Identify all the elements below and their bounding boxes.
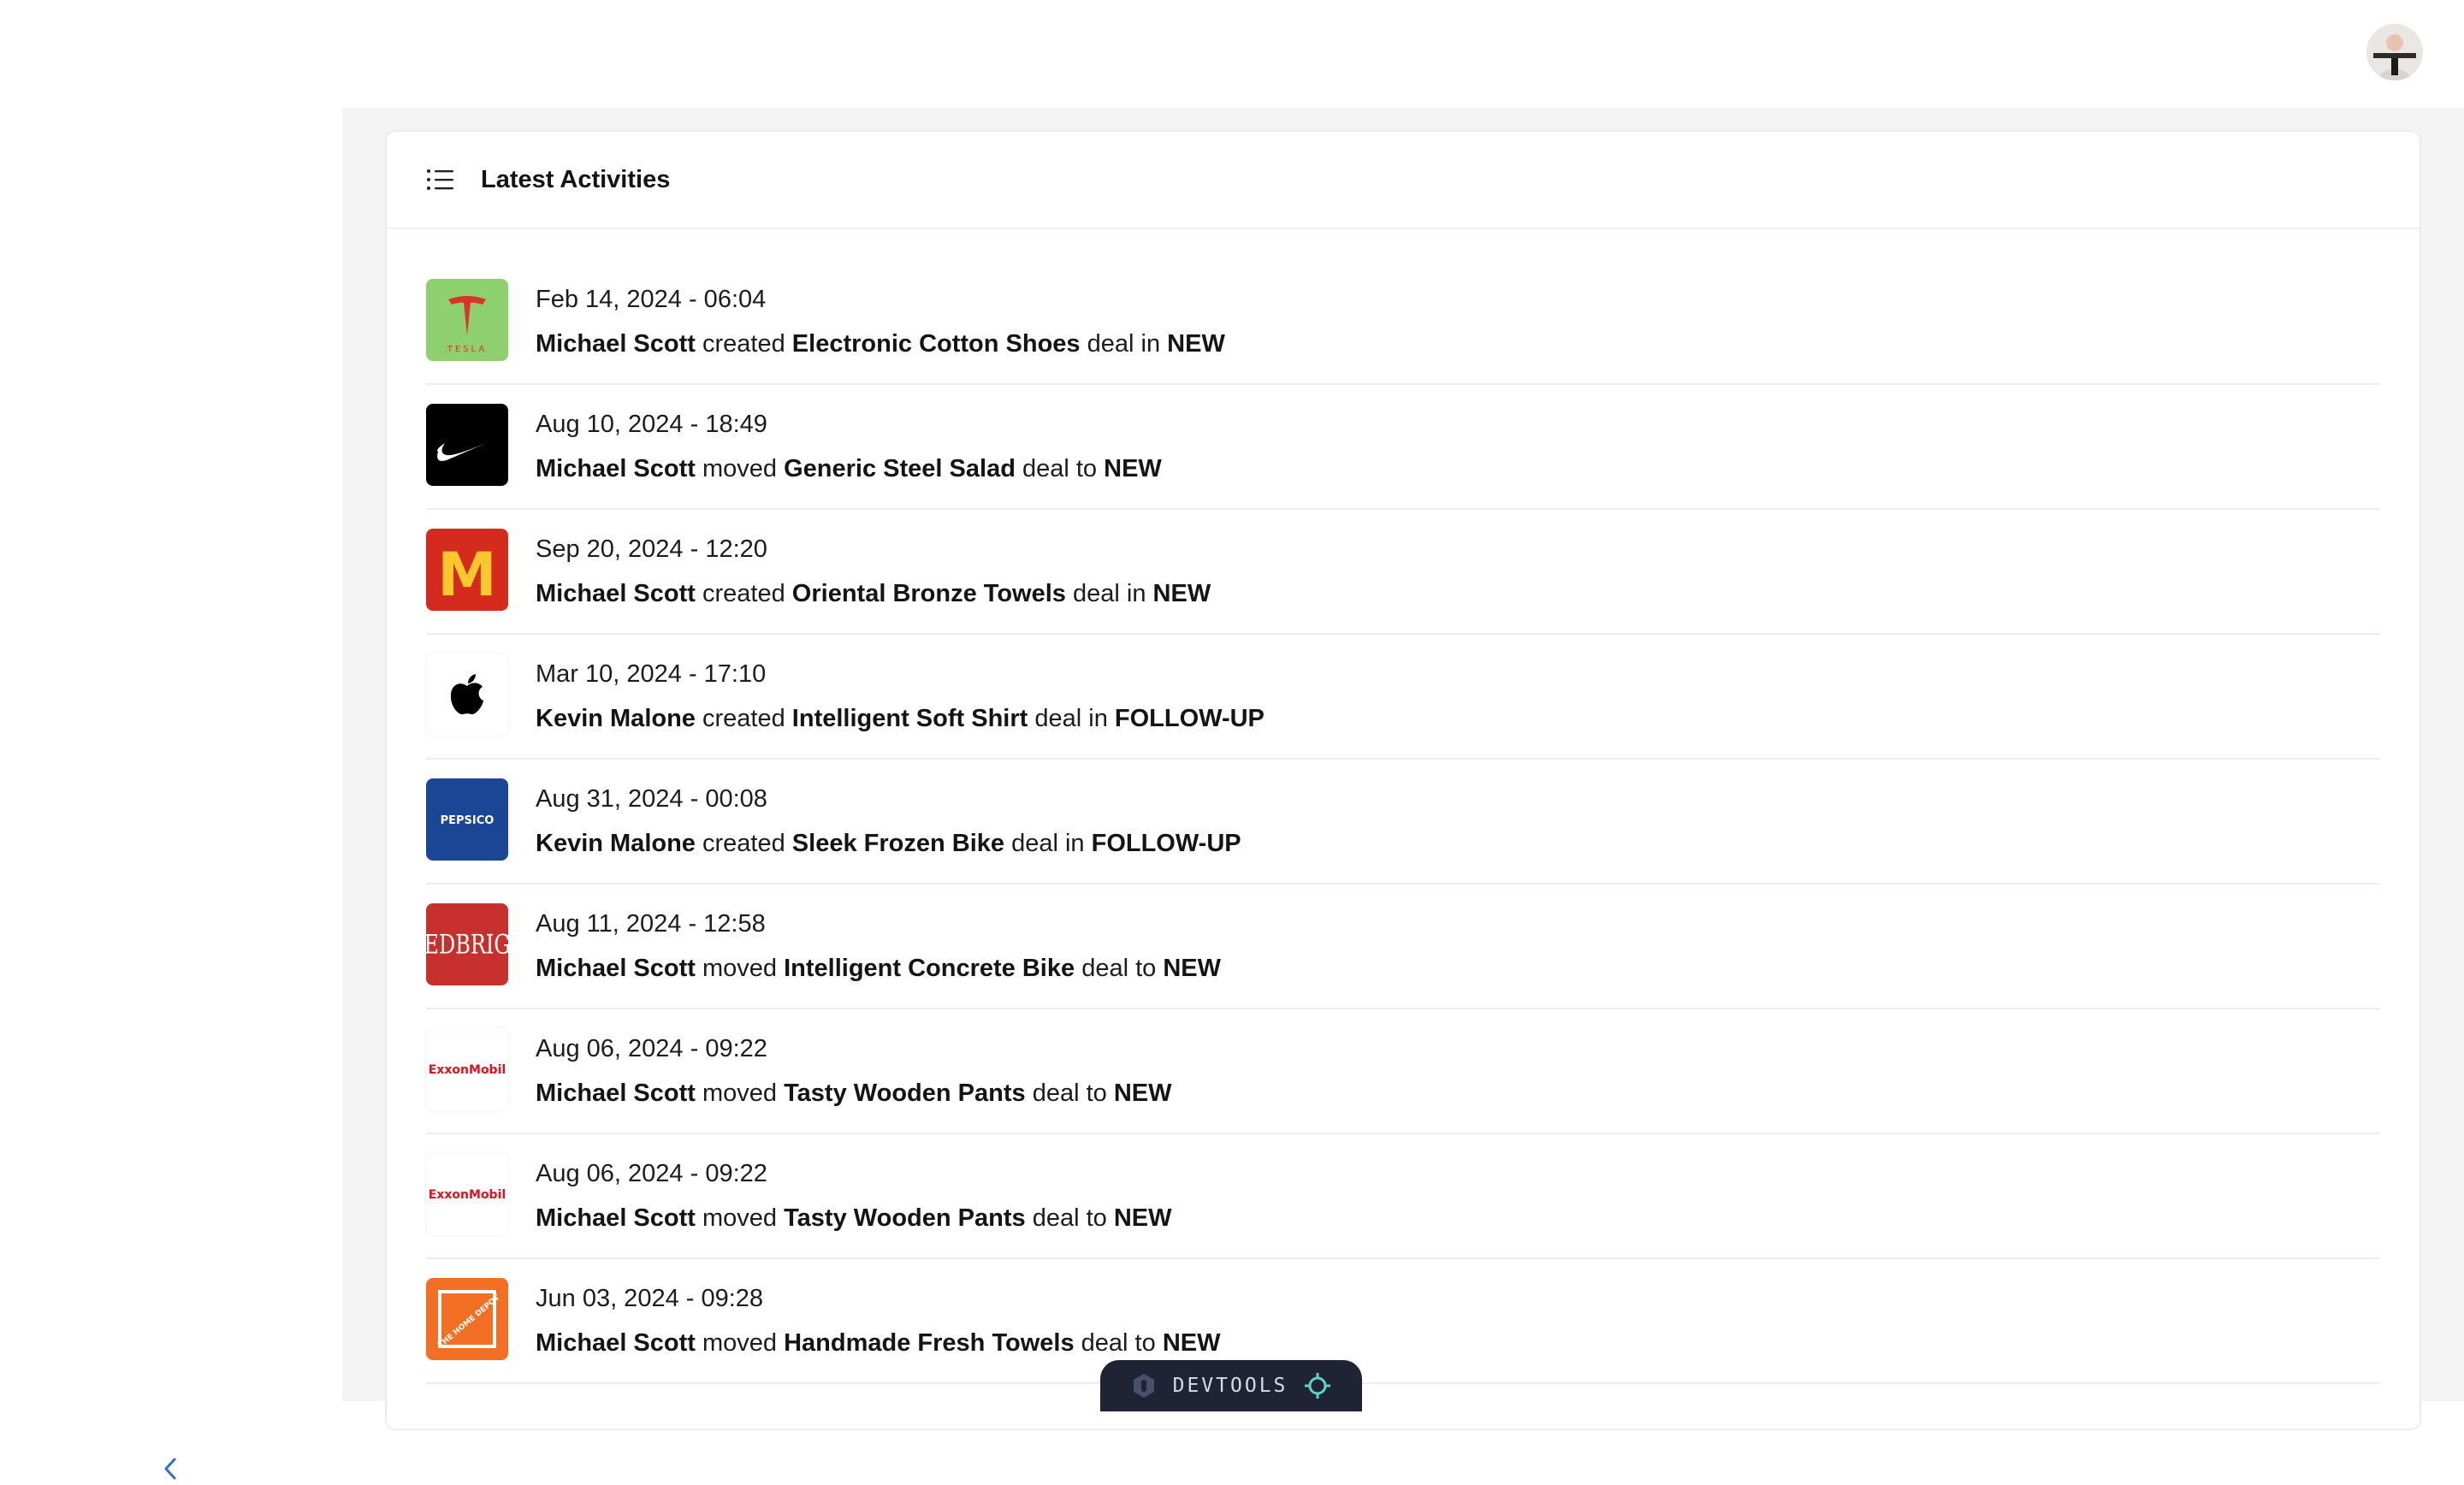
main-content: Latest Activities TESLA Feb 14, 2024 - 0… [342, 108, 2464, 1430]
activity-item: M Sep 20, 2024 - 12:20 Michael Scott cre… [426, 510, 2380, 635]
activity-date: Jun 03, 2024 - 09:28 [536, 1285, 764, 1312]
pepsico-logo: PEPSICO [426, 778, 508, 861]
exxonmobil-logo: ExxonMobil [426, 1028, 508, 1110]
activity-description: Michael Scott moved Tasty Wooden Pants d… [536, 1204, 1172, 1232]
activity-stage: NEW [1162, 1329, 1221, 1357]
activity-deal[interactable]: Handmade Fresh Towels [784, 1329, 1075, 1357]
activity-stage: FOLLOW-UP [1114, 705, 1265, 732]
activity-item: ExxonMobil Aug 06, 2024 - 09:22 Michael … [426, 1134, 2380, 1259]
exxonmobil-logo: ExxonMobil [426, 1153, 508, 1235]
activity-user[interactable]: Michael Scott [536, 1080, 696, 1107]
card-title: Latest Activities [481, 165, 671, 193]
logo-text: PEPSICO [441, 814, 495, 827]
edbrig-logo: EDBRIG [426, 903, 508, 985]
activity-deal[interactable]: Intelligent Concrete Bike [784, 955, 1075, 982]
activity-stage: NEW [1113, 1080, 1172, 1107]
activity-stage: NEW [1104, 455, 1162, 482]
chevron-left-icon [164, 1458, 176, 1480]
logo-text: ExxonMobil [429, 1188, 506, 1202]
logo-text: THE HOME DEPOT [437, 1293, 502, 1350]
user-avatar[interactable] [2366, 24, 2423, 80]
activity-stage: FOLLOW-UP [1091, 830, 1241, 857]
logo-text: TESLA [447, 345, 487, 354]
activity-user[interactable]: Kevin Malone [536, 705, 696, 732]
activity-user[interactable]: Michael Scott [536, 580, 696, 607]
activity-date: Aug 06, 2024 - 09:22 [536, 1160, 767, 1187]
activity-stage: NEW [1113, 1204, 1172, 1232]
activity-item: TESLA Feb 14, 2024 - 06:04 Michael Scott… [426, 260, 2380, 385]
logo-text: M [437, 540, 497, 610]
card-header: Latest Activities [387, 132, 2420, 229]
tesla-logo: TESLA [426, 279, 508, 361]
activity-user[interactable]: Michael Scott [536, 955, 696, 982]
activity-user[interactable]: Michael Scott [536, 455, 696, 482]
devtools-toggle-button[interactable]: DEVTOOLS [1100, 1360, 1362, 1411]
activity-date: Feb 14, 2024 - 06:04 [536, 286, 767, 313]
activity-item: EDBRIG Aug 11, 2024 - 12:58 Michael Scot… [426, 884, 2380, 1009]
devtools-label: DEVTOOLS [1172, 1375, 1288, 1397]
sidebar [0, 108, 342, 1480]
activity-item: Aug 10, 2024 - 18:49 Michael Scott moved… [426, 385, 2380, 510]
activity-stage: NEW [1167, 330, 1225, 358]
nike-logo [426, 404, 508, 486]
activity-deal[interactable]: Tasty Wooden Pants [784, 1080, 1026, 1107]
home-depot-logo: THE HOME DEPOT [426, 1278, 508, 1360]
activity-deal[interactable]: Generic Steel Salad [784, 455, 1016, 482]
refine-icon [1133, 1374, 1154, 1398]
apple-logo [426, 654, 508, 736]
top-bar [0, 0, 2464, 108]
activity-date: Aug 10, 2024 - 18:49 [536, 411, 767, 438]
activity-list: TESLA Feb 14, 2024 - 06:04 Michael Scott… [387, 229, 2420, 1384]
activity-deal[interactable]: Electronic Cotton Shoes [792, 330, 1081, 358]
activity-item: THE HOME DEPOT Jun 03, 2024 - 09:28 Mich… [426, 1259, 2380, 1384]
logo-text: EDBRIG [426, 928, 508, 960]
activity-deal[interactable]: Intelligent Soft Shirt [792, 705, 1028, 732]
latest-activities-card: Latest Activities TESLA Feb 14, 2024 - 0… [385, 130, 2421, 1430]
activity-description: Michael Scott moved Handmade Fresh Towel… [536, 1329, 1221, 1357]
logo-text: ExxonMobil [429, 1063, 506, 1077]
activity-description: Kevin Malone created Intelligent Soft Sh… [536, 705, 1265, 732]
activity-stage: NEW [1163, 955, 1221, 982]
activity-stage: NEW [1152, 580, 1211, 607]
activity-deal[interactable]: Oriental Bronze Towels [792, 580, 1066, 607]
activity-description: Michael Scott moved Tasty Wooden Pants d… [536, 1080, 1172, 1107]
activity-user[interactable]: Kevin Malone [536, 830, 696, 857]
mcdonalds-logo: M [426, 529, 508, 611]
activity-user[interactable]: Michael Scott [536, 1204, 696, 1232]
list-icon [427, 169, 453, 190]
activity-user[interactable]: Michael Scott [536, 330, 696, 358]
activity-item: PEPSICO Aug 31, 2024 - 00:08 Kevin Malon… [426, 760, 2380, 884]
activity-description: Michael Scott moved Generic Steel Salad … [536, 455, 1162, 482]
activity-date: Aug 06, 2024 - 09:22 [536, 1035, 767, 1062]
activity-user[interactable]: Michael Scott [536, 1329, 696, 1357]
activity-date: Mar 10, 2024 - 17:10 [536, 660, 767, 688]
activity-description: Kevin Malone created Sleek Frozen Bike d… [536, 830, 1241, 857]
sidebar-collapse-button[interactable] [154, 1452, 187, 1485]
activity-deal[interactable]: Tasty Wooden Pants [784, 1204, 1026, 1232]
crosshair-icon[interactable] [1303, 1371, 1332, 1400]
activity-date: Sep 20, 2024 - 12:20 [536, 535, 767, 563]
activity-item: ExxonMobil Aug 06, 2024 - 09:22 Michael … [426, 1009, 2380, 1134]
activity-date: Aug 11, 2024 - 12:58 [536, 910, 766, 938]
activity-description: Michael Scott created Electronic Cotton … [536, 330, 1225, 358]
activity-date: Aug 31, 2024 - 00:08 [536, 785, 767, 813]
activity-description: Michael Scott created Oriental Bronze To… [536, 580, 1211, 607]
avatar-image [2366, 24, 2423, 80]
activity-item: Mar 10, 2024 - 17:10 Kevin Malone create… [426, 635, 2380, 760]
activity-deal[interactable]: Sleek Frozen Bike [792, 830, 1004, 857]
activity-description: Michael Scott moved Intelligent Concrete… [536, 955, 1221, 982]
